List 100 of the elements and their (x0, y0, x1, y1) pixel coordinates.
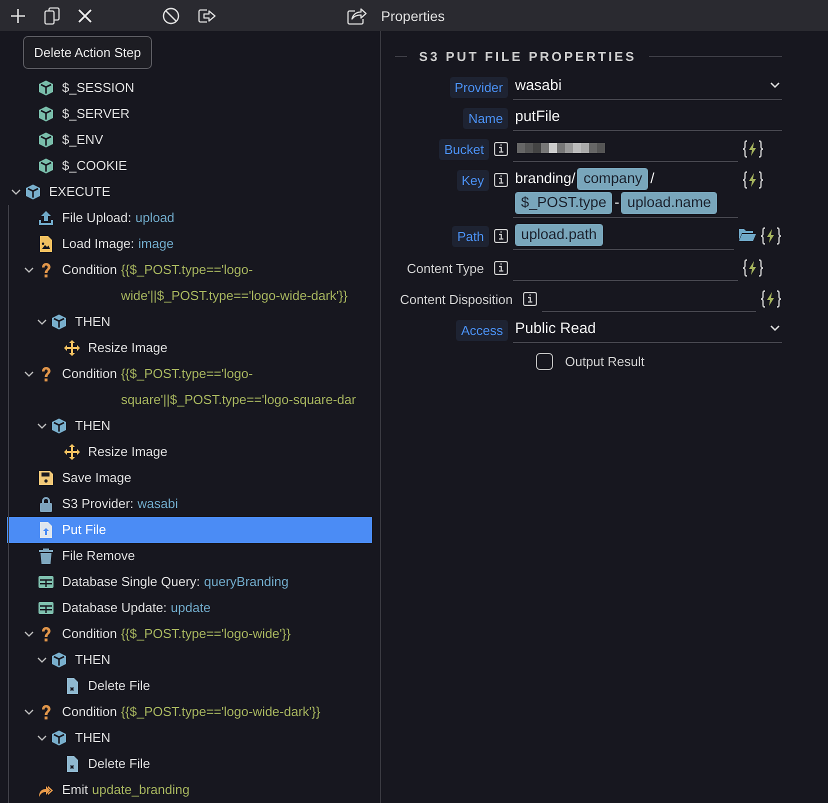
folder-icon[interactable] (738, 227, 756, 241)
step-label: Condition (62, 261, 117, 279)
tree-item[interactable]: Load Image: image (7, 231, 372, 257)
field-label: Key (456, 170, 489, 190)
tree-item[interactable]: Resize Image (7, 335, 372, 361)
tree-item[interactable]: $_COOKIE (7, 153, 372, 179)
token-chip: company (577, 168, 648, 190)
info-icon[interactable] (494, 261, 508, 275)
image-file-icon (38, 236, 54, 252)
caret-icon[interactable] (24, 369, 34, 379)
move-arrows-icon (64, 444, 80, 460)
step-value: update (170, 599, 211, 617)
info-icon[interactable] (494, 142, 508, 156)
input-field[interactable]: upload.path (513, 223, 734, 250)
field-label: Bucket (439, 138, 489, 160)
tree-item[interactable]: $_ENV (7, 127, 372, 153)
cube-icon (51, 652, 67, 668)
export-icon[interactable] (198, 8, 216, 24)
tree-item[interactable]: Condition {{$_POST.type=='logo-square'||$_POST.type=='logo-square-dar (7, 361, 372, 413)
caret-icon[interactable] (37, 317, 47, 327)
tree-item[interactable]: Condition {{$_POST.type=='logo-wide'||$_POST.type=='logo-wide-dark'}} (7, 257, 372, 309)
field-label: Path (452, 226, 489, 246)
table-icon (38, 574, 54, 590)
key-text: / (650, 171, 654, 187)
tree-item[interactable]: Database Single Query: queryBranding (7, 569, 372, 595)
caret-icon[interactable] (37, 733, 47, 743)
dynamic-data-icon[interactable] (760, 290, 782, 308)
tree-item[interactable]: THEN (7, 413, 372, 439)
tree-item[interactable]: THEN (7, 309, 372, 335)
step-label: $_ENV (62, 131, 104, 149)
cube-icon (25, 184, 41, 200)
dynamic-data-icon[interactable] (742, 140, 764, 158)
disable-icon[interactable] (162, 6, 180, 24)
tree-item[interactable]: Condition {{$_POST.type=='logo-wide-dark'}} (7, 699, 372, 725)
tree-item[interactable]: Condition {{$_POST.type=='logo-wide'}} (7, 621, 372, 647)
cube-icon (38, 80, 54, 96)
step-label: $_COOKIE (62, 157, 128, 175)
chevron-icon[interactable] (770, 82, 780, 89)
tree-item[interactable]: THEN (7, 725, 372, 751)
key-text: branding/ (515, 171, 576, 187)
tree-item[interactable]: Database Update: update (7, 595, 372, 621)
table-icon (38, 600, 54, 616)
field-label: Content Type (406, 260, 485, 278)
step-label: $_SESSION (62, 79, 134, 97)
input-field[interactable]: branding/ company / $_POST.type - upload.name (513, 167, 738, 218)
field-label: Name (463, 108, 508, 128)
tree-item[interactable]: $_SESSION (7, 75, 372, 101)
dynamic-data-icon[interactable] (760, 227, 782, 245)
tree-item[interactable]: File Remove (7, 543, 372, 569)
add-icon[interactable] (10, 8, 26, 24)
info-icon[interactable] (522, 292, 537, 306)
file-x-icon (64, 756, 80, 772)
info-icon[interactable] (494, 229, 508, 243)
dynamic-data-icon[interactable] (742, 171, 764, 189)
tree-item[interactable]: Resize Image (7, 439, 372, 465)
step-label: THEN (75, 313, 110, 331)
caret-icon[interactable] (24, 629, 34, 639)
chevron-icon[interactable] (770, 325, 780, 332)
tree-item[interactable]: Delete File (7, 751, 372, 777)
tree-item[interactable]: Delete File (7, 673, 372, 699)
checkbox[interactable] (536, 353, 553, 370)
caret-icon[interactable] (24, 707, 34, 717)
caret-icon[interactable] (37, 655, 47, 665)
tree-item[interactable]: File Upload: upload (7, 205, 372, 231)
input-field[interactable]: Public Read (513, 317, 782, 343)
upload-icon (38, 210, 54, 226)
step-value: image (138, 235, 174, 253)
share-icon[interactable] (347, 6, 367, 24)
caret-icon[interactable] (37, 421, 47, 431)
checkbox-label: Output Result (565, 354, 644, 369)
tree-item[interactable]: Save Image (7, 465, 372, 491)
step-label: Resize Image (88, 443, 168, 461)
dynamic-data-icon[interactable] (742, 259, 764, 277)
tree-item[interactable]: EXECUTE (7, 179, 372, 205)
step-label: Put File (62, 521, 106, 539)
duplicate-icon[interactable] (44, 6, 60, 24)
key-text: - (614, 195, 620, 211)
info-icon[interactable] (494, 173, 508, 187)
step-label: Condition (62, 625, 117, 643)
cube-icon (51, 314, 67, 330)
step-label: Emit (62, 781, 88, 799)
step-value: {{$_POST.type=='logo-wide'}} (120, 625, 292, 643)
tree-item[interactable]: Emit update_branding (7, 777, 372, 803)
cube-icon (51, 730, 67, 746)
close-icon[interactable] (78, 8, 92, 22)
tree-item[interactable]: $_SERVER (7, 101, 372, 127)
input-field[interactable]: putFile (513, 105, 782, 131)
field-label: Provider (450, 76, 508, 98)
file-upload-icon (38, 522, 54, 538)
step-value: {{$_POST.type=='logo-wide-dark'}} (120, 703, 322, 721)
move-arrows-icon (64, 340, 80, 356)
tree-item[interactable]: THEN (7, 647, 372, 673)
cube-icon (38, 106, 54, 122)
step-value: {{$_POST.type=='logo-wide'||$_POST.type=='logo-wide-dark'}} (120, 261, 349, 305)
step-label: THEN (75, 651, 110, 669)
caret-icon[interactable] (11, 187, 21, 197)
caret-icon[interactable] (24, 265, 34, 275)
step-label: THEN (75, 729, 110, 747)
input-field[interactable]: wasabi (513, 74, 782, 100)
token-chip: upload.path (515, 224, 603, 246)
